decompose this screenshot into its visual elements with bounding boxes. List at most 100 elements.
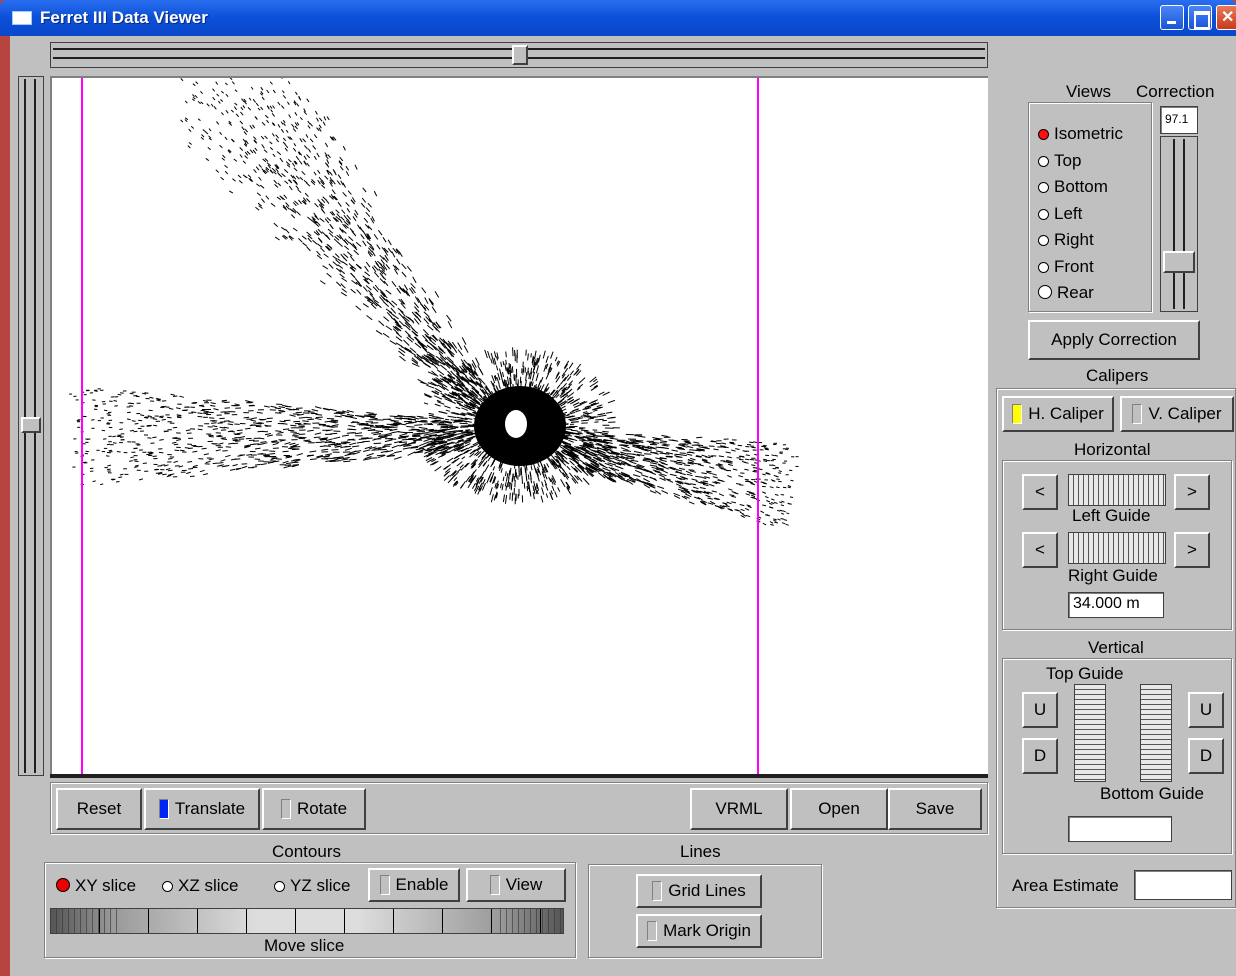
view-radio-dot-icon: [1038, 129, 1049, 140]
area-estimate-label: Area Estimate: [1012, 876, 1119, 895]
view-option-bottom[interactable]: Bottom: [1038, 177, 1108, 197]
horizontal-measurement-field[interactable]: 34.000 m: [1068, 592, 1164, 618]
v-caliper-label: V. Caliper: [1148, 404, 1222, 423]
apply-correction-button[interactable]: Apply Correction: [1028, 320, 1200, 360]
window-title: Ferret III Data Viewer: [40, 8, 208, 27]
top-guide-label: Top Guide: [1046, 664, 1124, 683]
calipers-header: Calipers: [1086, 366, 1149, 385]
view-radio-dot-icon: [1038, 285, 1052, 299]
correction-value[interactable]: 97.1: [1160, 106, 1198, 134]
yz-slice-label: YZ slice: [290, 876, 351, 895]
horizontal-view-slider[interactable]: [50, 42, 988, 68]
left-guide-next-button[interactable]: >: [1174, 474, 1210, 510]
view-option-isometric[interactable]: Isometric: [1038, 124, 1123, 144]
contours-header: Contours: [272, 842, 341, 861]
mark-origin-toggle[interactable]: Mark Origin: [636, 914, 762, 948]
view-radio-dot-icon: [1038, 182, 1049, 193]
horizontal-slider-thumb[interactable]: [512, 45, 528, 65]
enable-label: Enable: [395, 875, 449, 894]
top-guide-down-button[interactable]: D: [1022, 738, 1058, 774]
lines-header: Lines: [680, 842, 721, 861]
view-toggle[interactable]: View: [466, 868, 566, 902]
point-cloud-canvas[interactable]: [50, 76, 988, 774]
view-option-front[interactable]: Front: [1038, 257, 1094, 277]
minimize-icon[interactable]: [1160, 5, 1184, 30]
correction-slider[interactable]: [1160, 136, 1198, 312]
view-radio-dot-icon: [1038, 155, 1049, 167]
xz-slice-label: XZ slice: [178, 876, 239, 895]
left-guide-prev-button[interactable]: <: [1022, 474, 1058, 510]
translate-button[interactable]: Translate: [144, 788, 260, 830]
top-guide-up-button[interactable]: U: [1022, 692, 1058, 728]
view-option-label: Front: [1054, 256, 1094, 276]
view-option-label: Top: [1054, 150, 1082, 170]
point-cloud-plot: [69, 78, 799, 526]
xy-slice-radio[interactable]: XY slice: [56, 876, 136, 896]
view-check-icon: [489, 875, 500, 895]
view-option-label: Isometric: [1054, 124, 1123, 143]
view-radio-dot-icon: [1038, 208, 1049, 220]
view-option-right[interactable]: Right: [1038, 230, 1094, 250]
yz-radio-dot-icon: [274, 881, 285, 892]
h-caliper-toggle[interactable]: H. Caliper: [1002, 396, 1114, 432]
move-slice-slider[interactable]: [50, 908, 564, 934]
rotate-check-icon: [280, 799, 291, 819]
right-caliper-line[interactable]: [757, 78, 759, 774]
top-guide-slider[interactable]: [1074, 684, 1106, 782]
view-label: View: [505, 875, 543, 894]
left-guide-slider[interactable]: [1068, 474, 1166, 506]
save-button[interactable]: Save: [888, 788, 982, 830]
rotate-label: Rotate: [296, 799, 348, 818]
translate-label: Translate: [174, 799, 246, 818]
xz-radio-dot-icon: [162, 881, 173, 892]
right-guide-prev-button[interactable]: <: [1022, 532, 1058, 568]
right-guide-label: Right Guide: [1068, 566, 1158, 585]
window-client: Reset Translate Rotate VRML Open Save Co…: [10, 36, 1236, 976]
correction-slider-thumb[interactable]: [1163, 251, 1195, 273]
desktop-background: [0, 0, 10, 976]
grid-lines-check-icon: [652, 881, 663, 901]
title-bar[interactable]: Ferret III Data Viewer: [0, 0, 1236, 36]
enable-check-icon: [379, 875, 390, 895]
view-option-rear[interactable]: Rear: [1038, 283, 1094, 303]
yz-slice-radio[interactable]: YZ slice: [274, 876, 350, 896]
xz-slice-radio[interactable]: XZ slice: [162, 876, 238, 896]
grid-lines-toggle[interactable]: Grid Lines: [636, 874, 762, 908]
enable-toggle[interactable]: Enable: [368, 868, 460, 902]
bottom-guide-slider[interactable]: [1140, 684, 1172, 782]
move-slice-label: Move slice: [264, 936, 345, 955]
view-option-left[interactable]: Left: [1038, 204, 1082, 224]
view-option-label: Bottom: [1054, 177, 1108, 196]
h-caliper-check-icon: [1012, 404, 1023, 424]
grid-lines-label: Grid Lines: [668, 881, 746, 900]
rotate-button[interactable]: Rotate: [262, 788, 366, 830]
view-option-label: Right: [1054, 230, 1094, 249]
maximize-icon[interactable]: [1188, 5, 1212, 30]
right-guide-next-button[interactable]: >: [1174, 532, 1210, 568]
view-option-top[interactable]: Top: [1038, 151, 1081, 171]
vrml-button[interactable]: VRML: [690, 788, 788, 830]
v-caliper-toggle[interactable]: V. Caliper: [1120, 396, 1234, 432]
bottom-guide-up-button[interactable]: U: [1188, 692, 1224, 728]
view-radio-dot-icon: [1038, 261, 1049, 273]
left-caliper-line[interactable]: [81, 78, 83, 774]
vertical-slider-thumb[interactable]: [21, 417, 41, 433]
view-radio-dot-icon: [1038, 235, 1049, 246]
view-option-label: Left: [1054, 203, 1083, 223]
xy-radio-dot-icon: [56, 878, 70, 892]
close-icon[interactable]: [1216, 5, 1236, 30]
views-header: Views: [1066, 82, 1112, 101]
xy-slice-label: XY slice: [75, 876, 137, 895]
horizontal-header: Horizontal: [1074, 440, 1151, 459]
area-estimate-field[interactable]: [1134, 870, 1232, 900]
canvas-bottom-border: [50, 774, 988, 778]
open-button[interactable]: Open: [790, 788, 888, 830]
right-guide-slider[interactable]: [1068, 532, 1166, 564]
mark-origin-label: Mark Origin: [663, 921, 751, 940]
vertical-view-slider[interactable]: [18, 76, 44, 776]
left-guide-label: Left Guide: [1072, 506, 1151, 525]
mark-origin-check-icon: [647, 921, 658, 941]
bottom-guide-down-button[interactable]: D: [1188, 738, 1224, 774]
vertical-measurement-field[interactable]: [1068, 816, 1172, 842]
reset-button[interactable]: Reset: [56, 788, 142, 830]
